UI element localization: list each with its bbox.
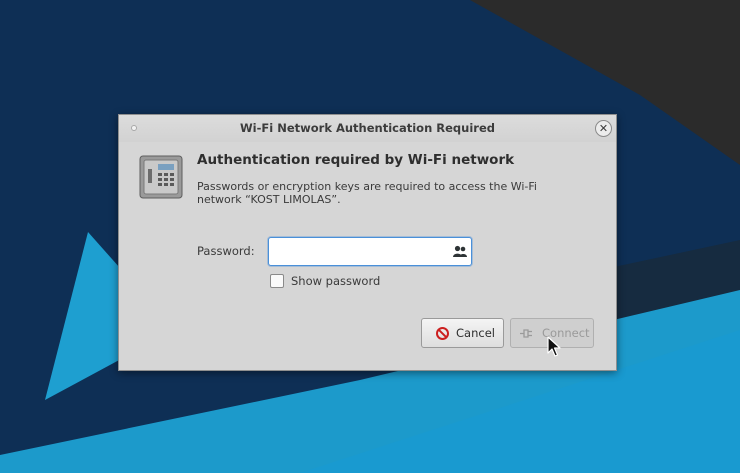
mouse-pointer-icon (547, 336, 561, 357)
dialog-titlebar[interactable]: Wi-Fi Network Authentication Required ✕ (119, 115, 616, 142)
close-icon: ✕ (598, 122, 609, 135)
dialog-title: Wi-Fi Network Authentication Required (240, 121, 495, 135)
safe-icon (139, 155, 183, 199)
dialog-description: Passwords or encryption keys are require… (197, 180, 537, 206)
wifi-auth-dialog: Wi-Fi Network Authentication Required ✕ … (118, 114, 617, 371)
show-password-checkbox[interactable] (270, 274, 284, 288)
close-button[interactable]: ✕ (595, 120, 612, 137)
password-input[interactable] (273, 240, 447, 265)
stop-icon (436, 326, 449, 340)
cancel-label: Cancel (456, 326, 495, 340)
cancel-button[interactable]: Cancel (421, 318, 504, 348)
password-label: Password: (197, 244, 255, 258)
dialog-heading: Authentication required by Wi-Fi network (197, 152, 515, 168)
plug-icon (520, 328, 532, 338)
show-password-label[interactable]: Show password (291, 274, 380, 288)
users-icon[interactable] (453, 245, 467, 258)
password-field[interactable] (268, 237, 472, 266)
